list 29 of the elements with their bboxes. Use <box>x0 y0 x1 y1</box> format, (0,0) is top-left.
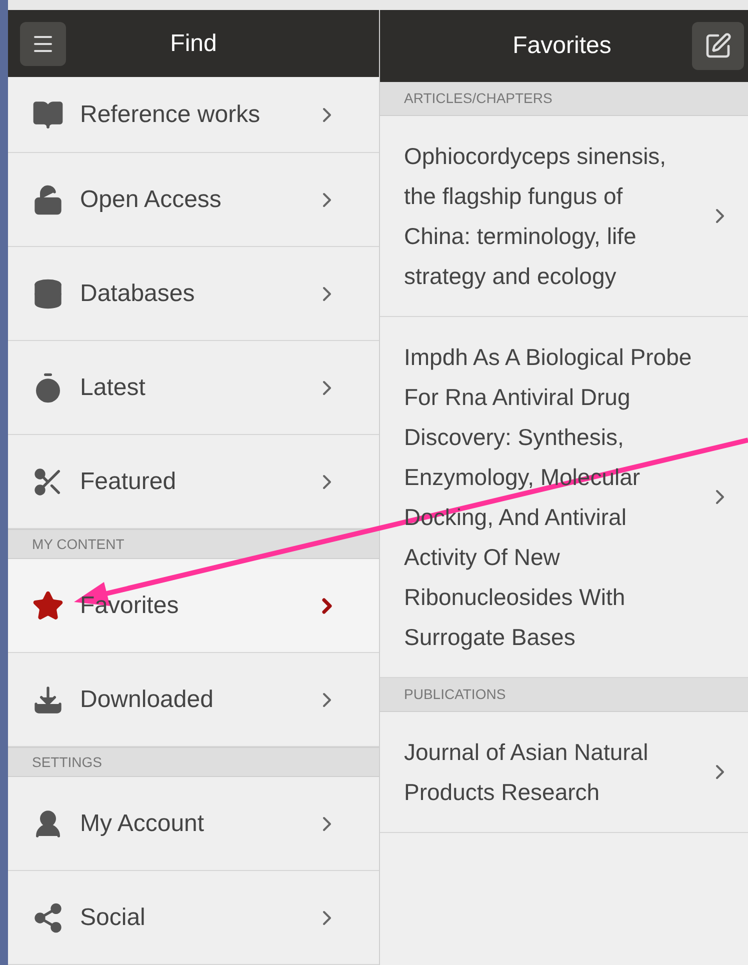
menu-item[interactable]: Favorites <box>8 559 379 653</box>
menu-item-label: Open Access <box>80 184 222 214</box>
menu-item-label: Social <box>80 902 146 932</box>
section-header: PUBLICATIONS <box>380 678 748 712</box>
edit-button[interactable] <box>692 22 744 70</box>
favorite-title: Journal of Asian Natural Products Research <box>404 738 650 807</box>
open-lock-icon <box>32 184 64 216</box>
section-header: SETTINGS <box>8 747 379 777</box>
database-icon <box>32 278 64 310</box>
panel-title: Find <box>169 28 218 58</box>
menu-item-label: Databases <box>80 278 196 308</box>
menu-item-label: Featured <box>80 466 178 496</box>
favorite-title: Ophiocordyceps sinensis, the flagship fungus of China: terminology, life strategy and ecology <box>404 142 668 291</box>
menu-item-label: Latest <box>80 372 146 402</box>
panel-title: Favorites <box>512 31 612 61</box>
menu-item-label: Reference works <box>80 100 262 130</box>
favorite-item[interactable]: Ophiocordyceps sinensis, the flagship fungus of China: terminology, life strategy and ecology <box>380 116 748 317</box>
share-icon <box>32 902 64 934</box>
section-header: ARTICLES/CHAPTERS <box>380 82 748 116</box>
book-icon <box>32 98 64 130</box>
menu-item-label: Favorites <box>80 590 180 620</box>
menu-item-label: My Account <box>80 808 206 838</box>
star-icon <box>32 590 64 622</box>
section-header: MY CONTENT <box>8 529 379 559</box>
menu-button[interactable] <box>20 22 66 66</box>
edit-icon <box>704 32 732 60</box>
download-icon <box>32 684 64 716</box>
favorite-item[interactable]: Journal of Asian Natural Products Research <box>380 712 748 833</box>
menu-item-label: Downloaded <box>80 684 214 714</box>
